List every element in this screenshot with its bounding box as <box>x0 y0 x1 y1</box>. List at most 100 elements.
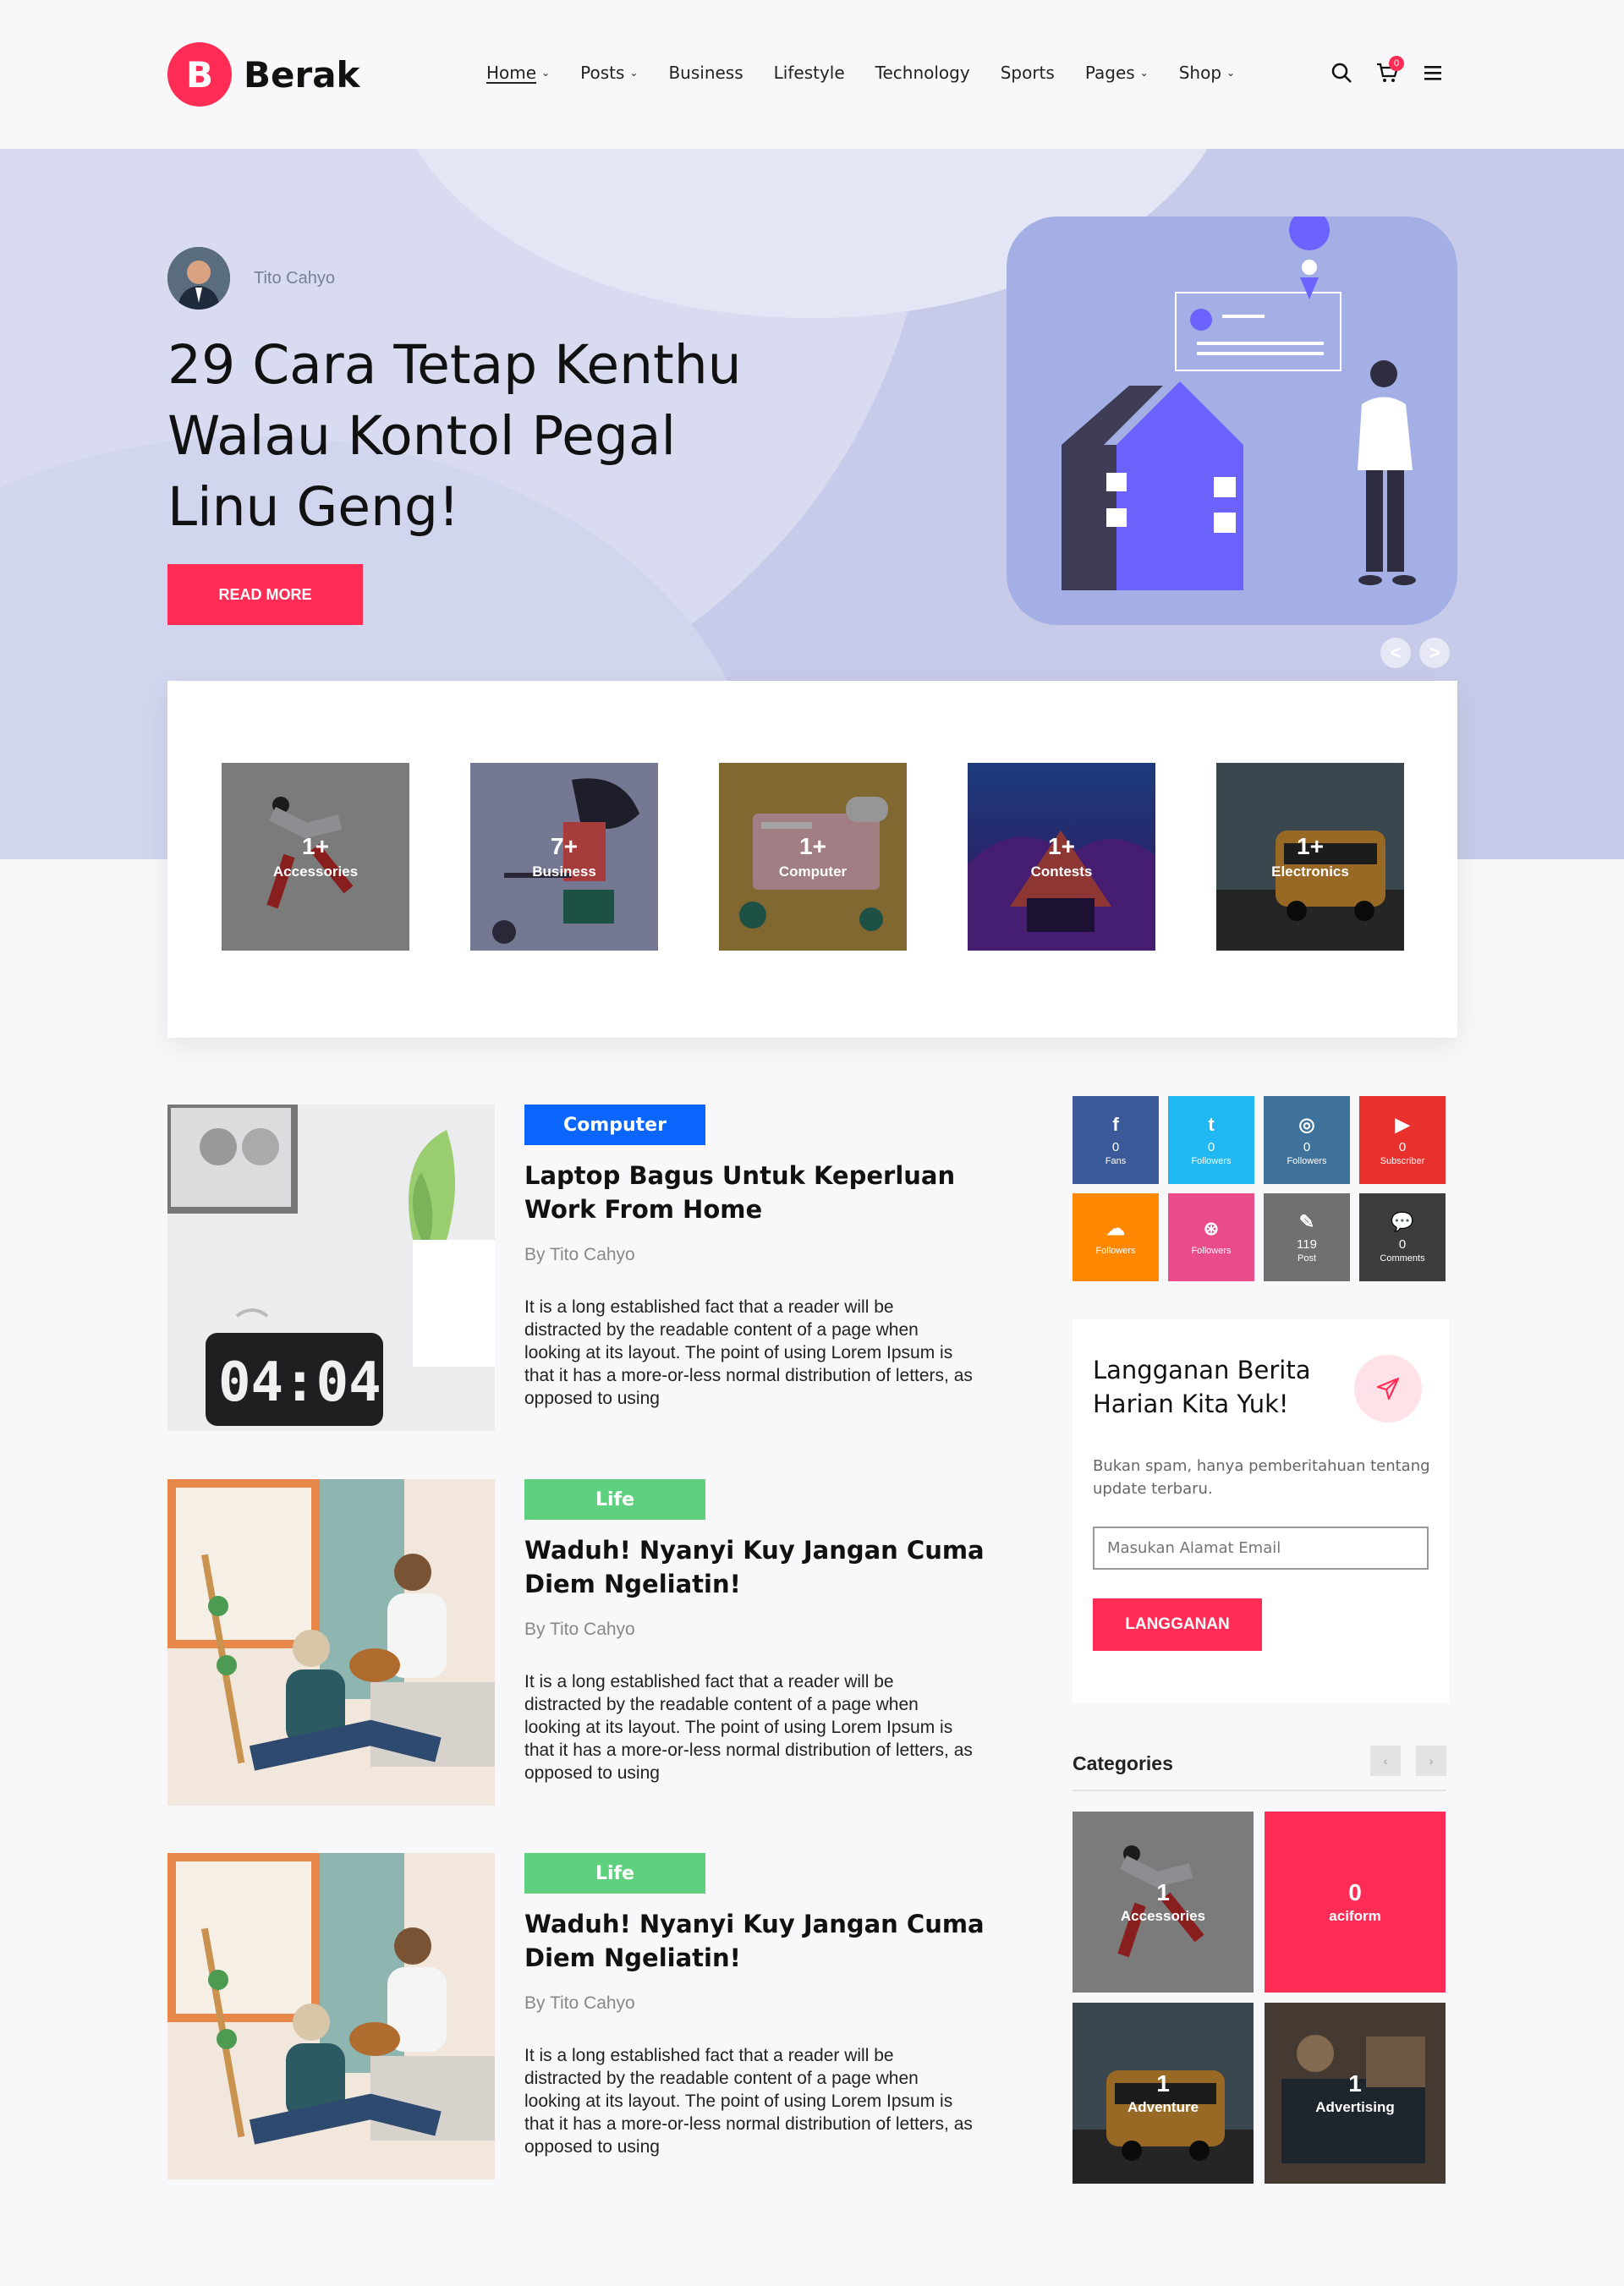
category-tile-business[interactable]: 7+ Business <box>470 763 658 951</box>
social-facebook[interactable]: f 0 Fans <box>1073 1096 1159 1184</box>
category-name: Business <box>532 863 596 880</box>
category-count: 1+ <box>799 833 826 859</box>
sidebar-category-advertising[interactable]: 1 Advertising <box>1265 2003 1446 2184</box>
nav-item-posts[interactable]: Posts ⌄ <box>580 63 638 83</box>
site-header: B Berak Home ⌄ Posts ⌄ Business Lifestyle … <box>0 0 1624 149</box>
header-actions: 0 <box>1326 56 1463 88</box>
sidebar-categories-title: Categories <box>1073 1752 1173 1774</box>
chevron-down-icon: ⌄ <box>541 67 551 79</box>
post-title[interactable]: Waduh! Nyanyi Kuy Jangan Cuma Diem Ngeli… <box>524 1533 998 1601</box>
hamburger-menu-icon[interactable] <box>1418 58 1448 88</box>
instagram-icon: ◎ <box>1298 1113 1315 1135</box>
post-author[interactable]: By Tito Cahyo <box>524 1993 635 2014</box>
category-name: Advertising <box>1315 2099 1395 2115</box>
avatar <box>167 247 230 310</box>
category-count: 7+ <box>551 833 578 859</box>
category-count: 1+ <box>1048 833 1075 859</box>
slider-next-button[interactable]: > <box>1419 638 1450 668</box>
chevron-down-icon: ⌄ <box>1226 67 1236 79</box>
category-count: 1 <box>1156 2070 1170 2097</box>
post-card[interactable]: Life Waduh! Nyanyi Kuy Jangan Cuma Diem … <box>167 1479 985 1806</box>
categories-next-button[interactable]: › <box>1416 1746 1446 1776</box>
hero-title[interactable]: 29 Cara Tetap Kenthu Walau Kontol Pegal … <box>167 330 743 543</box>
twitter-icon: t <box>1208 1113 1215 1135</box>
slider-prev-button[interactable]: < <box>1380 638 1411 668</box>
social-soundcloud[interactable]: ☁ Followers <box>1073 1193 1159 1281</box>
category-name: Electronics <box>1271 863 1349 880</box>
newsletter-title: Langganan Berita Harian Kita Yuk! <box>1093 1356 1311 1418</box>
subscribe-button[interactable]: LANGGANAN <box>1093 1598 1262 1651</box>
category-carousel: 1+ Accessories 7+ Business 1+ Computer 1… <box>167 681 1457 1038</box>
sidebar-category-adventure[interactable]: 1 Adventure <box>1073 2003 1254 2184</box>
dribbble-icon: ⊛ <box>1203 1218 1220 1239</box>
category-count: 0 <box>1348 1879 1362 1905</box>
search-icon[interactable] <box>1326 58 1357 88</box>
sidebar-category-accessories[interactable]: 1 Accessories <box>1073 1812 1254 1993</box>
nav-item-technology[interactable]: Technology <box>875 63 970 83</box>
facebook-icon: f <box>1112 1113 1119 1135</box>
social-instagram[interactable]: ◎ 0 Followers <box>1264 1096 1350 1184</box>
category-tile-electronics[interactable]: 1+ Electronics <box>1216 763 1404 951</box>
category-tile-contests[interactable]: 1+ Contests <box>968 763 1155 951</box>
sidebar-category-aciform[interactable]: 0 aciform <box>1265 1812 1446 1993</box>
post-card[interactable]: Life Waduh! Nyanyi Kuy Jangan Cuma Diem … <box>167 1853 985 2179</box>
soundcloud-icon: ☁ <box>1106 1218 1125 1239</box>
category-count: 1+ <box>1297 833 1324 859</box>
post-excerpt: It is a long established fact that a rea… <box>524 1672 973 1783</box>
send-icon <box>1354 1355 1422 1423</box>
social-twitter[interactable]: t 0 Followers <box>1168 1096 1254 1184</box>
nav-item-sports[interactable]: Sports <box>1001 63 1055 83</box>
category-name: Accessories <box>1120 1908 1206 1924</box>
chevron-down-icon: ⌄ <box>629 67 639 79</box>
logo-text: Berak <box>244 53 360 96</box>
category-count: 1 <box>1156 1879 1170 1905</box>
nav-item-pages[interactable]: Pages ⌄ <box>1085 63 1149 83</box>
category-name: Adventure <box>1127 2099 1199 2115</box>
social-posts[interactable]: ✎ 119 Post <box>1264 1193 1350 1281</box>
newsletter-description: Bukan spam, hanya pemberitahuan tentang … <box>1093 1457 1430 1498</box>
post-author[interactable]: By Tito Cahyo <box>524 1620 635 1640</box>
post-excerpt: It is a long established fact that a rea… <box>524 2046 973 2157</box>
edit-icon: ✎ <box>1298 1210 1315 1232</box>
hero-slider-controls: < > <box>1380 638 1458 668</box>
nav-item-home[interactable]: Home ⌄ <box>486 63 550 83</box>
post-card[interactable]: 04:04 Computer Laptop Bagus Untuk Keperl… <box>167 1105 973 1431</box>
main-nav: Home ⌄ Posts ⌄ Business Lifestyle Technolo… <box>486 63 1265 83</box>
nav-item-shop[interactable]: Shop ⌄ <box>1179 63 1235 83</box>
post-title[interactable]: Laptop Bagus Untuk Keperluan Work From H… <box>524 1159 998 1226</box>
category-tile-computer[interactable]: 1+ Computer <box>719 763 907 951</box>
post-category-tag[interactable]: Computer <box>524 1105 705 1145</box>
nav-item-business[interactable]: Business <box>668 63 743 83</box>
read-more-button[interactable]: READ MORE <box>167 564 363 625</box>
post-image[interactable] <box>167 1853 495 2179</box>
chevron-down-icon: ⌄ <box>1139 67 1149 79</box>
post-category-tag[interactable]: Life <box>524 1479 705 1520</box>
email-field[interactable] <box>1093 1527 1429 1570</box>
category-count: 1+ <box>302 833 329 859</box>
post-author[interactable]: By Tito Cahyo <box>524 1245 635 1265</box>
logo-mark: B <box>167 42 232 107</box>
site-logo[interactable]: B Berak <box>167 42 359 107</box>
post-image[interactable]: 04:04 <box>167 1105 495 1431</box>
clock-display: 04:04 <box>218 1351 381 1414</box>
hero-illustration <box>1007 217 1457 625</box>
comments-icon: 💬 <box>1391 1210 1414 1232</box>
post-title[interactable]: Waduh! Nyanyi Kuy Jangan Cuma Diem Ngeli… <box>524 1907 998 1975</box>
cart-icon[interactable]: 0 <box>1372 56 1404 88</box>
post-image[interactable] <box>167 1479 495 1806</box>
newsletter-widget: Langganan Berita Harian Kita Yuk! Bukan … <box>1073 1319 1449 1703</box>
category-count: 1 <box>1348 2070 1362 2097</box>
category-name: Accessories <box>272 863 359 880</box>
nav-item-lifestyle[interactable]: Lifestyle <box>774 63 845 83</box>
social-comments[interactable]: 💬 0 Comments <box>1359 1193 1446 1281</box>
post-category-tag[interactable]: Life <box>524 1853 705 1894</box>
social-youtube[interactable]: ▶ 0 Subscriber <box>1359 1096 1446 1184</box>
categories-prev-button[interactable]: ‹ <box>1370 1746 1401 1776</box>
category-name: Computer <box>778 863 848 880</box>
sidebar-categories-header: Categories ‹ › <box>1073 1746 1446 1791</box>
social-counters: f 0 Fans t 0 Followers ◎ 0 Followers ▶ 0… <box>1073 1096 1446 1281</box>
social-dribbble[interactable]: ⊛ Followers <box>1168 1193 1254 1281</box>
category-tile-accessories[interactable]: 1+ Accessories <box>222 763 409 951</box>
post-excerpt: It is a long established fact that a rea… <box>524 1297 973 1408</box>
hero-author[interactable]: Tito Cahyo <box>167 247 335 310</box>
